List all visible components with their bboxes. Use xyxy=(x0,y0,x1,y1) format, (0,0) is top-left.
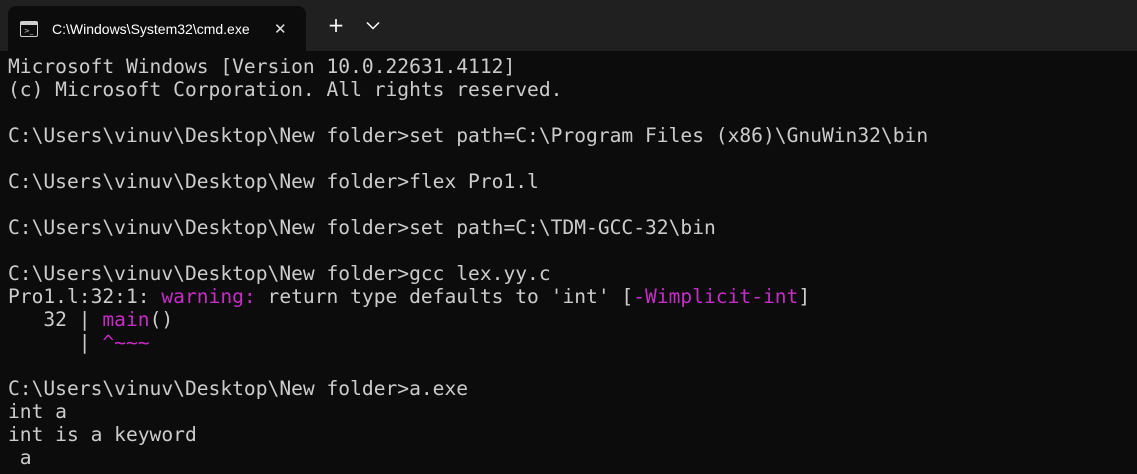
terminal-output[interactable]: Microsoft Windows [Version 10.0.22631.41… xyxy=(0,51,1137,469)
new-tab-button[interactable]: + xyxy=(322,10,350,40)
tab-title: C:\Windows\System32\cmd.exe xyxy=(52,20,250,37)
output-line: a xyxy=(8,446,32,469)
snippet-code: main xyxy=(102,308,150,331)
code-snippet-line: 32 | main() xyxy=(8,308,1137,331)
warning-close: ] xyxy=(798,285,811,308)
snippet-suffix: () xyxy=(149,308,174,331)
output-line: (c) Microsoft Corporation. All rights re… xyxy=(8,78,563,101)
warning-flag: -Wimplicit-int xyxy=(633,285,799,308)
marker-prefix: | xyxy=(8,331,103,354)
command-line: C:\Users\vinuv\Desktop\New folder>set pa… xyxy=(8,124,929,147)
output-line: int a xyxy=(8,400,67,423)
command-line: C:\Users\vinuv\Desktop\New folder>set pa… xyxy=(8,216,716,239)
caret-marker-line: | ^~~~ xyxy=(8,331,1137,354)
terminal-icon: >_ xyxy=(20,20,38,37)
title-bar: >_ C:\Windows\System32\cmd.exe ✕ + xyxy=(0,0,1137,51)
caret-marker: ^~~~ xyxy=(102,331,150,354)
close-tab-button[interactable]: ✕ xyxy=(274,20,287,38)
warning-message: return type defaults to 'int' [ xyxy=(255,285,634,308)
command-line: C:\Users\vinuv\Desktop\New folder>a.exe xyxy=(8,377,469,400)
output-line: Microsoft Windows [Version 10.0.22631.41… xyxy=(8,55,516,78)
warning-line: Pro1.l:32:1: warning: return type defaul… xyxy=(8,285,1137,308)
snippet-prefix: 32 | xyxy=(8,308,103,331)
output-line: int is a keyword xyxy=(8,423,197,446)
chevron-down-icon[interactable] xyxy=(360,10,386,40)
command-line: C:\Users\vinuv\Desktop\New folder>gcc le… xyxy=(8,262,551,285)
command-line: C:\Users\vinuv\Desktop\New folder>flex P… xyxy=(8,170,539,193)
warning-location: Pro1.l:32:1: xyxy=(8,285,162,308)
tab-cmd[interactable]: >_ C:\Windows\System32\cmd.exe ✕ xyxy=(8,6,306,51)
warning-label: warning: xyxy=(161,285,256,308)
